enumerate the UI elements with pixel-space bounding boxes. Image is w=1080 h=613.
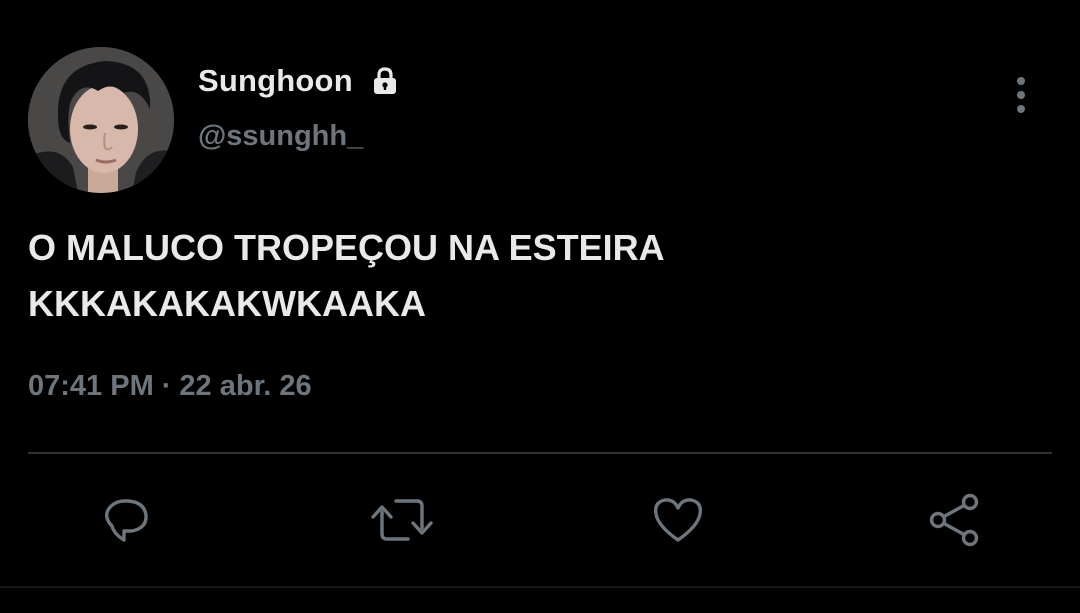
retweet-button[interactable]: [370, 488, 434, 552]
lock-icon: [369, 65, 401, 97]
tweet-text-line: O MALUCO TROPEÇOU NA ESTEIRA: [28, 227, 665, 268]
reply-button[interactable]: [94, 488, 158, 552]
tweet-date[interactable]: 22 abr. 26: [179, 370, 311, 402]
avatar[interactable]: [28, 47, 174, 193]
share-icon: [929, 493, 979, 547]
tweet-text-line: KKKAKAKAKWKAAKA: [28, 283, 426, 324]
tweet-body: O MALUCO TROPEÇOU NA ESTEIRA KKKAKAKAKWK…: [28, 220, 1038, 332]
name-row: Sunghoon: [198, 60, 401, 102]
tweet-time[interactable]: 07:41 PM: [28, 370, 154, 402]
separator-dot: ·: [161, 370, 172, 402]
heart-icon: [654, 498, 702, 542]
like-button[interactable]: [646, 488, 710, 552]
divider: [28, 452, 1052, 454]
author-info: Sunghoon @ssunghh_: [198, 60, 401, 153]
timestamp: 07:41 PM · 22 abr. 26: [28, 370, 312, 403]
tweet-card: Sunghoon @ssunghh_ O MALUCO TROPEÇOU NA …: [0, 0, 1080, 613]
bottom-divider: [0, 586, 1080, 588]
action-bar: [0, 488, 1080, 552]
display-name[interactable]: Sunghoon: [198, 63, 353, 99]
vertical-ellipsis-icon[interactable]: [1004, 74, 1038, 116]
share-button[interactable]: [922, 488, 986, 552]
username-handle[interactable]: @ssunghh_: [198, 120, 401, 153]
profile-photo: [28, 47, 174, 193]
retweet-arrows-icon: [371, 499, 433, 541]
speech-bubble-icon: [104, 499, 148, 542]
